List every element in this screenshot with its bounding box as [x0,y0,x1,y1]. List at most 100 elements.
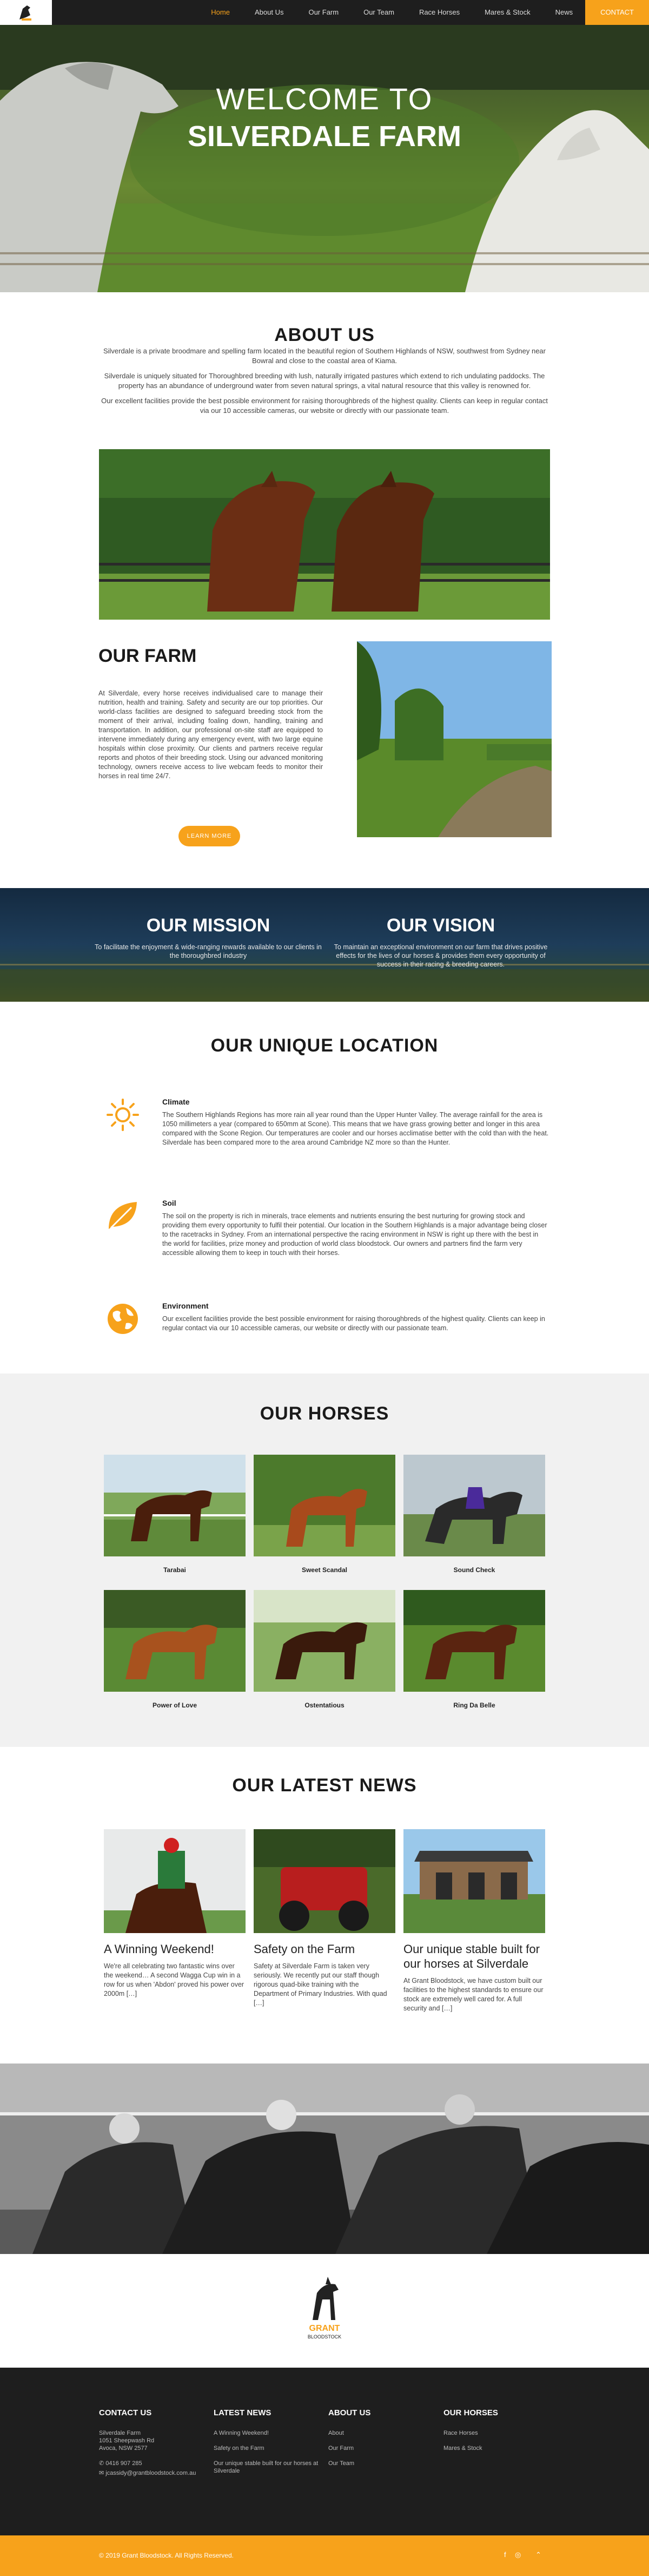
race-banner-image [0,2064,649,2254]
facebook-icon[interactable]: f [504,2551,506,2559]
footer-phone-number[interactable]: 0416 907 285 [105,2460,142,2467]
grant-bloodstock-logo[interactable]: GRANT BLOODSTOCK [292,2271,357,2347]
horse-card[interactable]: Sound Check [403,1455,545,1574]
horse-name: Sound Check [453,1566,495,1574]
news-card-title[interactable]: Safety on the Farm [254,1942,395,1956]
about-paragraph-3: Our excellent facilities provide the bes… [101,397,548,415]
footer-address-line: Silverdale Farm [99,2430,141,2436]
footer-team-link[interactable]: Our Team [328,2460,436,2467]
footer-news-link[interactable]: Our unique stable built for our horses a… [214,2460,322,2475]
nav-mares-stock[interactable]: Mares & Stock [472,0,543,25]
news-title: OUR LATEST NEWS [232,1775,417,1796]
location-climate: Climate The Southern Highlands Regions h… [105,1098,549,1173]
news-card-excerpt: We're all celebrating two fantastic wins… [104,1962,244,1997]
horse-name: Ring Da Belle [453,1701,495,1709]
site-footer: CONTACT US Silverdale Farm 1051 Sheepwas… [0,2368,649,2535]
news-card[interactable]: A Winning Weekend! We're all celebrating… [104,1829,246,1999]
news-photo[interactable] [403,1829,545,1933]
environment-text: Our excellent facilities provide the bes… [162,1315,545,1332]
horse-name: Sweet Scandal [301,1566,348,1574]
news-photo[interactable] [104,1829,246,1933]
news-card-excerpt: At Grant Bloodstock, we have custom buil… [403,1977,544,2012]
horse-card[interactable]: Sweet Scandal [254,1455,395,1574]
footer-email-address[interactable]: jcassidy@grantbloodstock.com.au [105,2470,196,2476]
footer-mares-link[interactable]: Mares & Stock [443,2444,552,2452]
phone-icon: ✆ [99,2460,106,2467]
nav-about-us[interactable]: About Us [242,0,296,25]
climate-text: The Southern Highlands Regions has more … [162,1111,549,1146]
brand-logo-strip: GRANT BLOODSTOCK [0,2254,649,2368]
footer-race-horses-link[interactable]: Race Horses [443,2429,552,2437]
footer-email[interactable]: ✉ jcassidy@grantbloodstock.com.au [99,2469,207,2477]
logo-text-grant: GRANT [309,2324,340,2333]
location-soil: Soil The soil on the property is rich in… [105,1199,549,1274]
footer-phone[interactable]: ✆ 0416 907 285 [99,2460,207,2467]
horse-card[interactable]: Tarabai [104,1455,246,1574]
horse-photo[interactable] [403,1455,545,1556]
vision-title: OUR VISION [386,915,495,936]
nav-news[interactable]: News [543,0,586,25]
footer-news-title: LATEST NEWS [214,2408,271,2417]
footer-news-link[interactable]: A Winning Weekend! [214,2429,322,2437]
vision-text: To maintain an exceptional environment o… [334,943,548,968]
mission-block: OUR MISSION To facilitate the enjoyment … [95,915,322,960]
horse-photo[interactable] [254,1455,395,1556]
globe-icon [108,1304,138,1334]
sun-icon [107,1099,139,1131]
farm-title: OUR FARM [98,646,197,666]
about-horses-image [99,449,550,620]
location-title: OUR UNIQUE LOCATION [210,1035,439,1056]
nav-our-team[interactable]: Our Team [351,0,407,25]
instagram-icon[interactable]: ◎ [515,2551,521,2559]
footer-horses-column: OUR HORSES Race Horses Mares & Stock [443,2408,552,2460]
leaf-icon [109,1202,137,1229]
hero-title-welcome: WELCOME TO [216,82,433,116]
nav-our-farm[interactable]: Our Farm [296,0,351,25]
footer-news-link[interactable]: Safety on the Farm [214,2444,322,2452]
horse-card[interactable]: Ostentatious [254,1590,395,1709]
nav-menu: Home About Us Our Farm Our Team Race Hor… [198,0,649,25]
horse-card[interactable]: Power of Love [104,1590,246,1709]
about-text: Silverdale is a private broodmare and sp… [97,346,552,421]
about-paragraph-1: Silverdale is a private broodmare and sp… [103,347,546,365]
horse-photo[interactable] [403,1590,545,1692]
about-title: ABOUT US [274,325,375,345]
horse-name: Power of Love [152,1701,197,1709]
nav-home[interactable]: Home [198,0,242,25]
news-card-title[interactable]: A Winning Weekend! [104,1942,246,1956]
environment-heading: Environment [162,1302,209,1310]
nav-race-horses[interactable]: Race Horses [407,0,472,25]
news-photo[interactable] [254,1829,395,1933]
horse-photo[interactable] [104,1590,246,1692]
horse-photo[interactable] [254,1590,395,1692]
mission-title: OUR MISSION [146,915,270,936]
footer-horses-title: OUR HORSES [443,2408,498,2417]
news-card[interactable]: Safety on the Farm Safety at Silverdale … [254,1829,395,2008]
footer-about-title: ABOUT US [328,2408,371,2417]
mission-text: To facilitate the enjoyment & wide-rangi… [95,943,322,960]
farm-driveway-image [357,641,552,837]
footer-address-line: 1051 Sheepwash Rd [99,2437,155,2444]
hero-title-farm: SILVERDALE FARM [187,120,461,153]
site-logo[interactable] [0,0,52,25]
footer-about-column: ABOUT US About Our Farm Our Team [328,2408,436,2475]
logo-text-bloodstock: BLOODSTOCK [308,2334,341,2340]
copyright-bar: © 2019 Grant Bloodstock. All Rights Rese… [0,2535,649,2576]
footer-about-link[interactable]: About [328,2429,436,2437]
footer-contact-column: CONTACT US Silverdale Farm 1051 Sheepwas… [99,2408,207,2477]
soil-heading: Soil [162,1199,176,1207]
envelope-icon: ✉ [99,2470,106,2476]
horse-name: Ostentatious [304,1701,345,1709]
news-card-excerpt: Safety at Silverdale Farm is taken very … [254,1962,387,2007]
scroll-top-icon[interactable]: ⌃ [535,2551,541,2559]
news-card-title[interactable]: Our unique stable built for our horses a… [403,1942,545,1971]
learn-more-button[interactable]: LEARN MORE [178,826,240,846]
news-card[interactable]: Our unique stable built for our horses a… [403,1829,545,2013]
horse-photo[interactable] [104,1455,246,1556]
nav-contact-button[interactable]: CONTACT [585,0,649,25]
climate-heading: Climate [162,1098,190,1106]
horse-card[interactable]: Ring Da Belle [403,1590,545,1709]
vision-block: OUR VISION To maintain an exceptional en… [327,915,554,969]
copyright-text: © 2019 Grant Bloodstock. All Rights Rese… [99,2552,234,2559]
footer-farm-link[interactable]: Our Farm [328,2444,436,2452]
